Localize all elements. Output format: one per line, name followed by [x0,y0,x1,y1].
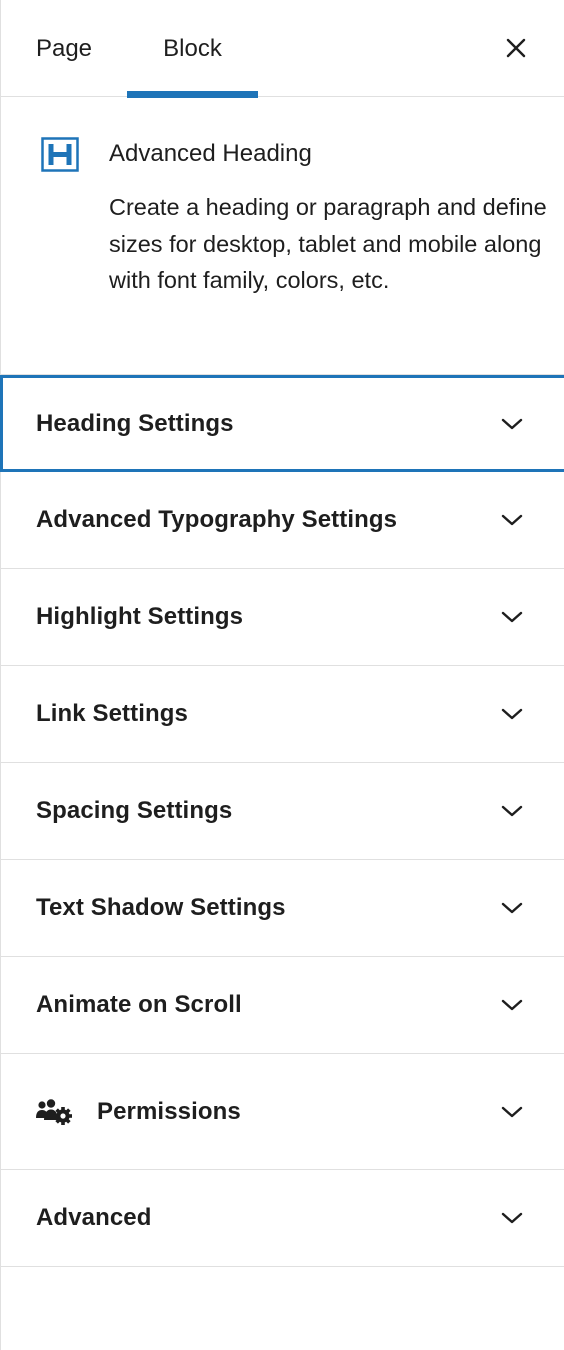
block-settings-sidebar: Page Block Advanced Heading Create a hea… [0,0,564,1350]
panel-heading-settings[interactable]: Heading Settings [0,375,564,472]
sidebar-tabs-header: Page Block [1,0,564,98]
panel-title: Link Settings [36,700,188,727]
chevron-down-icon [501,999,523,1011]
panel-advanced-typography-settings[interactable]: Advanced Typography Settings [1,472,564,569]
tab-block-label: Block [163,34,222,62]
chevron-down-icon [501,1106,523,1117]
tab-page-label: Page [35,34,93,62]
chevron-down-icon [501,902,523,914]
chevron-down-icon [501,805,523,817]
panel-advanced[interactable]: Advanced [1,1170,564,1267]
panel-title: Advanced Typography Settings [36,506,398,533]
chevron-down-icon [501,611,523,623]
users-gear-icon [36,1098,72,1125]
block-card: Advanced Heading Create a heading or par… [1,97,564,375]
heading-h-icon [41,137,79,172]
panel-title: Animate on Scroll [36,991,242,1018]
panel-title: Highlight Settings [36,603,244,630]
chevron-down-icon [501,1212,523,1224]
chevron-down-icon [501,708,523,720]
panel-text-shadow-settings[interactable]: Text Shadow Settings [1,860,564,957]
panel-title: Spacing Settings [36,797,233,824]
panel-title: Heading Settings [36,409,234,437]
panel-spacing-settings[interactable]: Spacing Settings [1,763,564,860]
panel-title: Text Shadow Settings [36,894,286,921]
block-title: Advanced Heading [109,140,312,167]
panel-title: Advanced [36,1204,152,1231]
chevron-down-icon [501,418,523,429]
panel-title: Permissions [97,1097,241,1125]
panel-link-settings[interactable]: Link Settings [1,666,564,763]
chevron-down-icon [501,514,523,526]
panel-animate-on-scroll[interactable]: Animate on Scroll [1,957,564,1054]
tab-block[interactable]: Block [127,0,258,98]
close-icon [506,38,526,58]
panel-permissions[interactable]: Permissions [1,1054,564,1170]
tab-page[interactable]: Page [1,0,127,97]
block-description: Create a heading or paragraph and define… [109,194,547,293]
panel-highlight-settings[interactable]: Highlight Settings [1,569,564,666]
close-sidebar-button[interactable] [496,28,536,68]
